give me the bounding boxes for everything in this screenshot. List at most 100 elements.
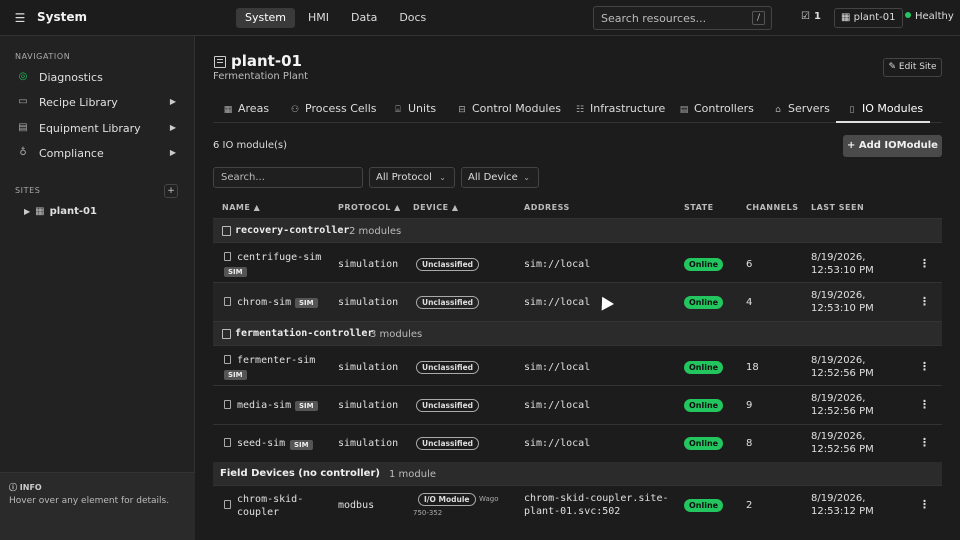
tab-process-cells[interactable]: ⚇ Process Cells [290, 102, 377, 115]
module-name-line-1: chrom-skid- [237, 494, 304, 505]
column-header-name[interactable]: NAME ▲ [222, 203, 260, 212]
tasks-count: 1 [813, 11, 821, 22]
row-menu-icon[interactable]: ⋮ [919, 360, 930, 373]
state-badge: Online [684, 399, 724, 412]
tab-infrastructure[interactable]: ☷ Infrastructure [575, 102, 665, 115]
sidebar-item-compliance[interactable]: ♁ Compliance ▶ [15, 146, 183, 164]
table-row[interactable]: seed-sim SIM simulation Unclassified sim… [213, 425, 942, 464]
protocol: simulation [338, 438, 399, 449]
table-row[interactable]: chrom-skid- coupler modbus I/O Module Wa… [213, 487, 942, 527]
last-seen-time: 12:53:10 PM [811, 303, 874, 314]
column-header-device[interactable]: DEVICE ▲ [413, 203, 459, 212]
group-count: 2 modules [349, 226, 402, 237]
add-iomodule-button[interactable]: + Add IOModule [843, 135, 942, 157]
tab-control-modules[interactable]: ⊟ Control Modules [457, 102, 561, 115]
info-title: ⓘ INFO [9, 482, 42, 493]
module-count: 6 IO module(s) [213, 140, 288, 151]
device-badge: I/O Module [418, 493, 476, 506]
sites-heading: SITES [15, 186, 41, 195]
filter-search-input[interactable] [214, 168, 362, 187]
protocol: simulation [338, 400, 399, 411]
tab-io-modules[interactable]: ▯ IO Modules [847, 102, 924, 115]
protocol: simulation [338, 362, 399, 373]
health-dot-icon [905, 12, 911, 18]
last-seen-time: 12:52:56 PM [811, 368, 874, 379]
module-icon: ⊟ [458, 105, 466, 115]
sidebar-item-recipe-library[interactable]: ▭ Recipe Library ▶ [15, 95, 183, 113]
nav-tab-system[interactable]: System [236, 8, 296, 28]
expand-arrow-icon[interactable]: ▶ [170, 97, 176, 106]
building-icon [214, 56, 226, 68]
protocol: simulation [338, 259, 399, 270]
info-panel: ⓘ INFO Hover over any element for detail… [0, 472, 195, 540]
nav-tab-data[interactable]: Data [342, 8, 386, 28]
server-rack-icon: ☷ [575, 105, 585, 115]
protocol: simulation [338, 297, 399, 308]
site-tree-item-plant-01[interactable]: ▶ ▦ plant-01 [24, 206, 97, 217]
filter-search[interactable] [213, 167, 363, 188]
column-label: NAME [222, 203, 251, 212]
sim-badge: SIM [290, 440, 313, 450]
tab-areas[interactable]: ▦ Areas [223, 102, 269, 115]
table-row[interactable]: media-sim SIM simulation Unclassified si… [213, 386, 942, 425]
protocol: modbus [338, 500, 375, 511]
cylinder-icon: ⌸ [395, 105, 401, 115]
active-tab-indicator [836, 121, 930, 123]
group-name: recovery-controller [235, 225, 350, 236]
shortcut-key: / [752, 11, 765, 25]
global-search-input[interactable]: Search resources... / [593, 6, 772, 30]
table-row[interactable]: centrifuge-sim SIM simulation Unclassifi… [213, 244, 942, 283]
controller-icon [222, 226, 231, 236]
io-module-icon [224, 355, 231, 364]
row-menu-icon[interactable]: ⋮ [919, 498, 930, 511]
tree-expand-icon[interactable]: ▶ [24, 207, 30, 216]
protocol-filter-select[interactable]: All Protocol ⌄ [369, 167, 455, 188]
device-filter-select[interactable]: All Device ⌄ [461, 167, 539, 188]
tab-controllers[interactable]: ▤ Controllers [679, 102, 754, 115]
last-seen-date: 8/19/2026, [811, 493, 866, 504]
io-module-icon [224, 252, 231, 261]
last-seen-time: 12:53:12 PM [811, 506, 874, 517]
expand-arrow-icon[interactable]: ▶ [170, 123, 176, 132]
device-badge: Unclassified [416, 437, 480, 450]
column-header-protocol[interactable]: PROTOCOL ▲ [338, 203, 401, 212]
tab-units[interactable]: ⌸ Units [393, 102, 436, 115]
site-selector[interactable]: ▦ plant-01 [834, 8, 903, 28]
tab-label: Infrastructure [590, 102, 666, 115]
group-row-fermentation-controller: fermentation-controller 3 modules [213, 322, 942, 346]
state-badge: Online [684, 296, 724, 309]
io-module-icon [224, 400, 231, 409]
sidebar-item-equipment-library[interactable]: ▤ Equipment Library ▶ [15, 121, 183, 139]
row-menu-icon[interactable]: ⋮ [919, 295, 930, 308]
io-module-icon [224, 500, 231, 509]
grid-icon: ▦ [223, 105, 233, 115]
row-menu-icon[interactable]: ⋮ [919, 436, 930, 449]
table-row[interactable]: chrom-sim SIM simulation Unclassified si… [213, 283, 942, 322]
nav-heading: NAVIGATION [15, 52, 71, 61]
column-header-address: ADDRESS [524, 203, 570, 212]
row-menu-icon[interactable]: ⋮ [919, 257, 930, 270]
table-row[interactable]: fermenter-sim SIM simulation Unclassifie… [213, 347, 942, 386]
expand-arrow-icon[interactable]: ▶ [170, 148, 176, 157]
module-name: seed-sim [237, 438, 286, 449]
device-badge: Unclassified [416, 361, 480, 374]
tab-servers[interactable]: ⌂ Servers [773, 102, 830, 115]
equipment-icon: ▤ [18, 122, 28, 133]
sidebar-item-diagnostics[interactable]: ◎ Diagnostics [15, 70, 183, 88]
module-name-line-2: coupler [237, 507, 280, 518]
row-menu-icon[interactable]: ⋮ [919, 398, 930, 411]
device-model: 750-352 [413, 509, 443, 517]
sim-badge: SIM [224, 267, 247, 277]
nav-tab-hmi[interactable]: HMI [299, 8, 338, 28]
entity-tabs: ▦ Areas ⚇ Process Cells ⌸ Units ⊟ Control Mo… [213, 96, 942, 123]
state-badge: Online [684, 258, 724, 271]
add-site-button[interactable]: + [164, 184, 178, 198]
menu-icon[interactable]: ☰ [12, 10, 28, 26]
page-title: plant-01 [231, 52, 302, 70]
last-seen-date: 8/19/2026, [811, 290, 866, 301]
tasks-indicator[interactable]: ☑ 1 [801, 11, 821, 22]
nav-tab-docs[interactable]: Docs [390, 8, 435, 28]
edit-site-button[interactable]: ✎ Edit Site [883, 58, 942, 77]
chevron-down-icon: ⌄ [439, 173, 446, 182]
channels: 18 [746, 362, 759, 373]
